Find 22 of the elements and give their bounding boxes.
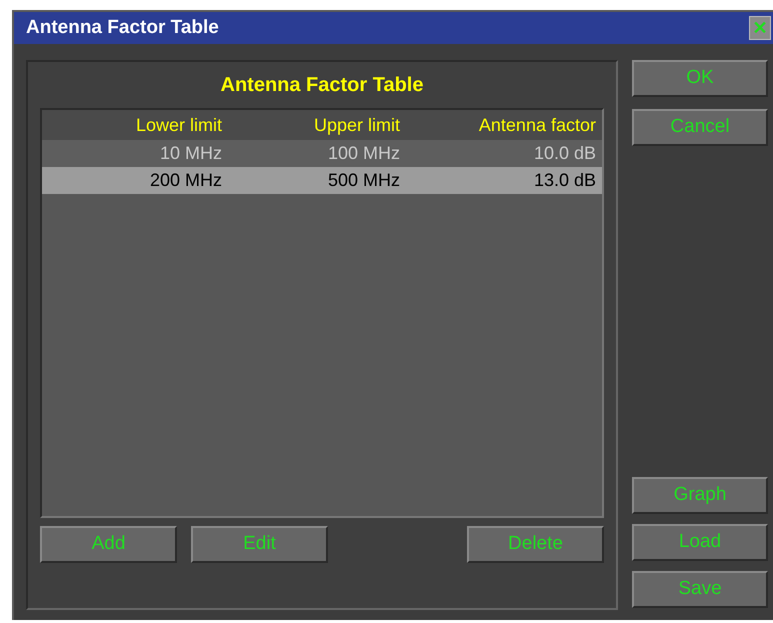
table-row[interactable]: 10 MHz 100 MHz 10.0 dB <box>42 140 602 167</box>
table-cell-text: 500 MHz <box>326 169 400 192</box>
table-cell-text: 100 MHz <box>326 142 400 165</box>
table-cell-text: 10.0 dB <box>532 142 596 165</box>
dialog-button[interactable]: Cancel <box>632 109 768 146</box>
table-row[interactable]: 200 MHz 500 MHz 13.0 dB <box>42 167 602 194</box>
dialog-button[interactable]: Delete <box>467 526 604 563</box>
table-cell-text: 13.0 dB <box>532 169 596 192</box>
dialog-button[interactable]: Load <box>632 524 768 561</box>
table-cell-text: 10 MHz <box>158 142 222 165</box>
dialog-button[interactable]: Edit <box>191 526 328 563</box>
panel-title: Antenna Factor Table <box>220 73 424 98</box>
window-title: Antenna Factor Table <box>26 16 219 40</box>
dialog-button[interactable]: Save <box>632 571 768 608</box>
column-header: Antenna factor <box>478 114 596 136</box>
dialog-button[interactable]: Graph <box>632 477 768 514</box>
dialog-button[interactable]: Add <box>40 526 177 563</box>
close-button[interactable]: ✕ <box>749 16 771 40</box>
table-cell-text: 200 MHz <box>148 169 222 192</box>
column-header: Lower limit <box>134 114 222 136</box>
dialog-button[interactable]: OK <box>632 60 768 97</box>
column-header: Upper limit <box>312 114 400 137</box>
